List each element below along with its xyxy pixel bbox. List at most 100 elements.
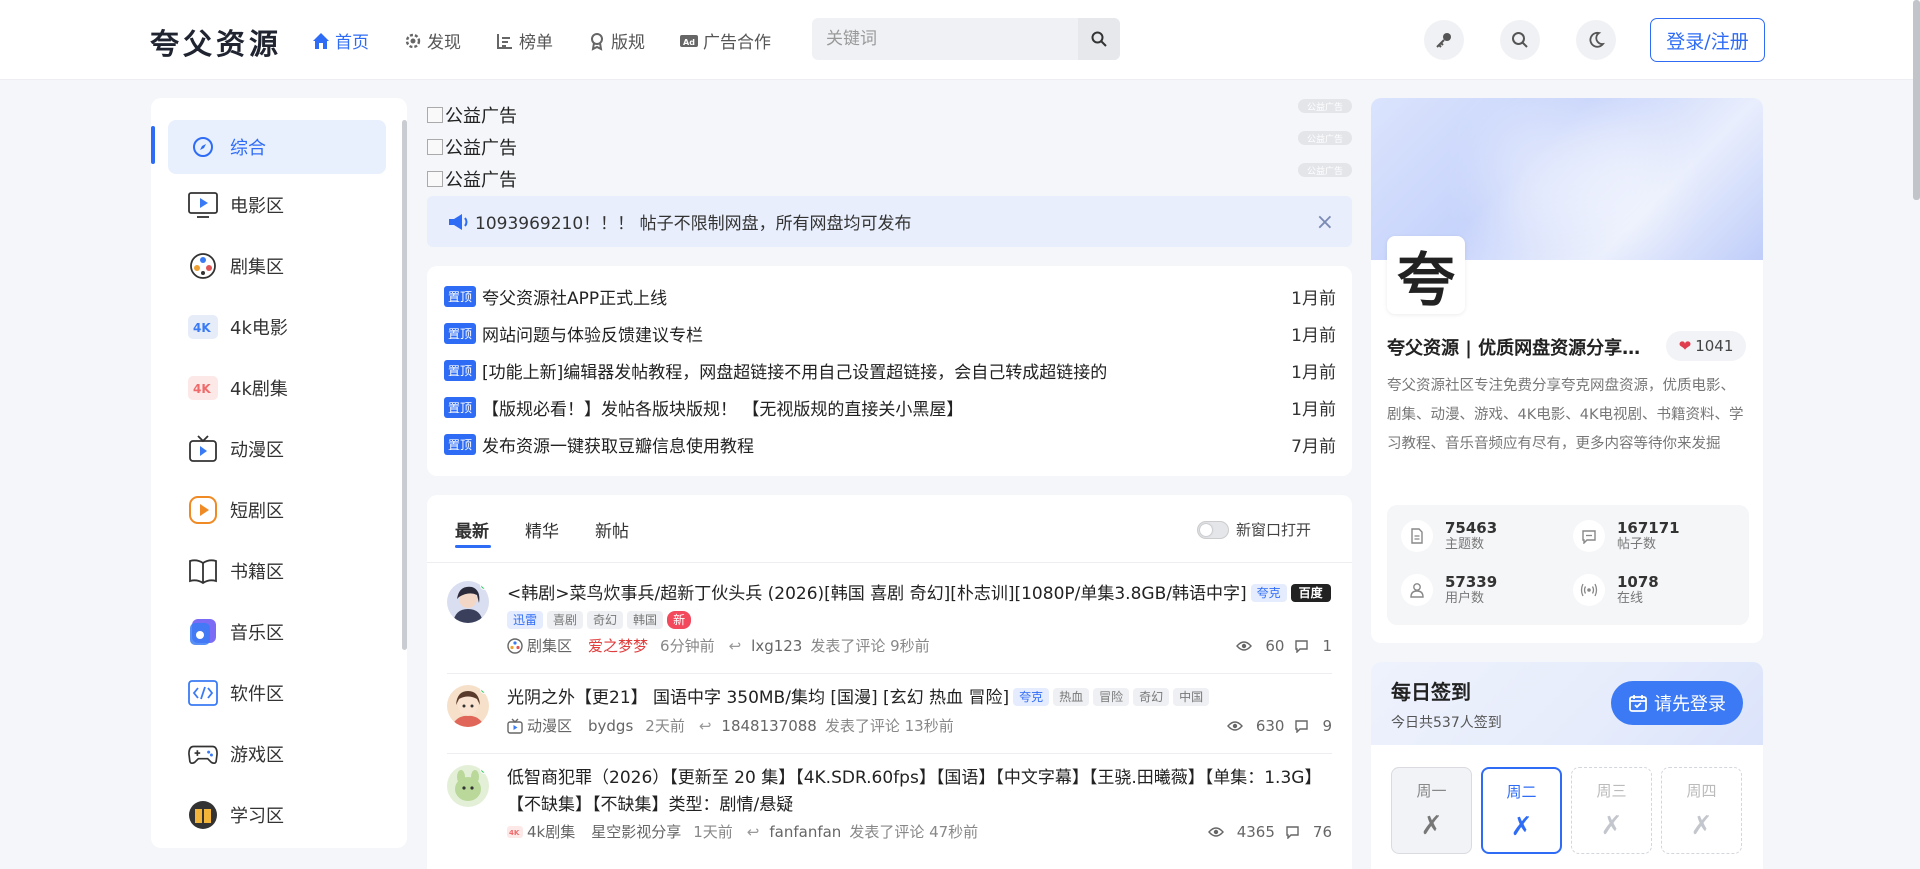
search-toggle-button[interactable] (1500, 20, 1540, 60)
pinned-post[interactable]: 置顶 网站问题与体验反馈建议专栏 1月前 (444, 321, 1336, 346)
broken-image-icon (427, 107, 443, 123)
sidebar-item-software[interactable]: 软件区 (168, 666, 386, 720)
4k-red-icon: 4K (507, 825, 523, 838)
sidebar-item-study[interactable]: 学习区 (168, 788, 386, 842)
sidebar-item-books[interactable]: 书籍区 (168, 544, 386, 598)
pinned-post-title[interactable]: 【版规必看！】发帖各版块版规！ 【无视版规的直接关小黑屋】 (482, 395, 963, 420)
post-title[interactable]: 低智商犯罪（2026）【更新至 20 集】【4K.SDR.60fps】【国语】【… (507, 765, 1332, 819)
pinned-post-title[interactable]: 网站问题与体验反馈建议专栏 (482, 321, 703, 346)
post-time: 1天前 (693, 823, 733, 841)
reply-info: 发表了评论 13秒前 (824, 717, 954, 735)
post-title-text[interactable]: 低智商犯罪（2026）【更新至 20 集】【4K.SDR.60fps】【国语】【… (507, 768, 1321, 815)
sidebar-item-general[interactable]: 综合 (168, 120, 386, 174)
ad-banner-1[interactable]: 公益广告 (427, 102, 517, 128)
site-logo[interactable]: 夸父资源 (150, 21, 282, 63)
post-item[interactable]: 光阴之外【更21】 国语中字 350MB/集均 [国漫] [玄幻 热血 冒险] 夸… (447, 685, 1332, 745)
tab-featured[interactable]: 精华 (525, 517, 559, 542)
post-category-label: 剧集区 (527, 637, 573, 655)
avatar[interactable] (447, 581, 489, 623)
pinned-post-title[interactable]: 发布资源一键获取豆瓣信息使用教程 (482, 432, 754, 457)
nav-rules[interactable]: 版规 (587, 28, 645, 53)
last-replier[interactable]: lxg123 (751, 637, 802, 655)
login-register-button[interactable]: 登录/注册 (1650, 18, 1765, 62)
pinned-badge: 置顶 (444, 397, 477, 418)
last-replier[interactable]: 1848137088 (721, 717, 816, 735)
sidebar-item-games[interactable]: 游戏区 (168, 727, 386, 781)
tag[interactable]: 迅雷 (507, 611, 544, 629)
pinned-post[interactable]: 置顶 【版规必看！】发帖各版块版规！ 【无视版规的直接关小黑屋】 1月前 (444, 395, 1336, 420)
avatar[interactable] (447, 765, 489, 807)
tag[interactable]: 夸克 (1250, 584, 1287, 602)
sidebar-item-series[interactable]: 剧集区 (168, 239, 386, 293)
post-feed-card: 最新 精华 新帖 新窗口打开 <韩剧>菜鸟炊事兵/超新丁伙头兵 (2026)[韩… (427, 495, 1352, 869)
day-mark: ✗ (1600, 811, 1623, 841)
pinned-post-title[interactable]: 夸父资源社APP正式上线 (482, 284, 667, 309)
search-input[interactable] (812, 18, 1077, 60)
tag[interactable]: 奇幻 (587, 611, 624, 629)
tag[interactable]: 韩国 (627, 611, 664, 629)
tag[interactable]: 冒险 (1093, 688, 1130, 706)
tab-new-posts[interactable]: 新帖 (595, 517, 629, 542)
post-author[interactable]: 爱之梦梦 (588, 635, 648, 656)
tag[interactable]: 夸克 (1013, 688, 1050, 706)
key-button[interactable] (1424, 20, 1464, 60)
nav-ranking[interactable]: 榜单 (495, 28, 553, 53)
new-window-toggle[interactable] (1197, 521, 1229, 539)
top-header: 夸父资源 首页 发现 榜单 版规 Ad 广告合作 关键词 登录/注册 (0, 0, 1920, 80)
page-scrollbar[interactable] (1913, 0, 1920, 200)
avatar[interactable] (447, 685, 489, 727)
dark-mode-button[interactable] (1576, 20, 1616, 60)
comments-count: 1 (1322, 636, 1332, 655)
pinned-post[interactable]: 置顶 夸父资源社APP正式上线 1月前 (444, 284, 1336, 309)
views-count: 630 (1255, 716, 1285, 735)
post-author[interactable]: 星空影视分享 (591, 821, 681, 842)
tag[interactable]: 百度 (1290, 584, 1331, 602)
tab-latest[interactable]: 最新 (455, 517, 491, 548)
post-title-text[interactable]: <韩剧>菜鸟炊事兵/超新丁伙头兵 (2026)[韩国 喜剧 奇幻][朴志训][1… (507, 584, 1247, 604)
stat-label: 在线 (1617, 591, 1644, 606)
tag[interactable]: 热血 (1053, 688, 1090, 706)
sidebar-item-anime[interactable]: 动漫区 (168, 422, 386, 476)
nav-home[interactable]: 首页 (311, 28, 369, 53)
ad-banner-3[interactable]: 公益广告 (427, 166, 517, 192)
post-category[interactable]: 4K 4k剧集 (507, 821, 575, 842)
comment-icon (1573, 520, 1605, 552)
pinned-post-title[interactable]: [功能上新]编辑器发帖教程，网盘超链接不用自己设置超链接，会自己转成超链接的 (482, 358, 1107, 383)
tag[interactable]: 奇幻 (1133, 688, 1170, 706)
sidebar-scrollbar[interactable] (402, 120, 407, 650)
nav-discover[interactable]: 发现 (403, 28, 461, 53)
document-icon (1401, 520, 1433, 552)
pinned-post[interactable]: 置顶 [功能上新]编辑器发帖教程，网盘超链接不用自己设置超链接，会自己转成超链接的… (444, 358, 1336, 383)
post-stats: 4365 76 (1198, 823, 1332, 841)
like-button[interactable]: ❤ 1041 (1666, 331, 1746, 361)
ad-banner-2[interactable]: 公益广告 (427, 134, 517, 160)
post-category[interactable]: 剧集区 (507, 635, 572, 656)
post-author[interactable]: bydgs (588, 717, 633, 735)
sidebar-item-movies[interactable]: 电影区 (168, 178, 386, 232)
last-replier[interactable]: fanfanfan (769, 823, 841, 841)
eye-icon (1226, 720, 1243, 731)
signin-day-tue[interactable]: 周二 ✗ (1481, 767, 1562, 854)
post-category[interactable]: 动漫区 (507, 715, 572, 736)
pinned-posts-card: 置顶 夸父资源社APP正式上线 1月前 置顶 网站问题与体验反馈建议专栏 1月前 置顶[… (427, 266, 1352, 476)
pinned-post[interactable]: 置顶 发布资源一键获取豆瓣信息使用教程 7月前 (444, 432, 1336, 457)
post-title[interactable]: 光阴之外【更21】 国语中字 350MB/集均 [国漫] [玄幻 热血 冒险] 夸… (507, 685, 1332, 712)
post-title-text[interactable]: 光阴之外【更21】 国语中字 350MB/集均 [国漫] [玄幻 热血 冒险] (507, 688, 1009, 708)
post-item[interactable]: <韩剧>菜鸟炊事兵/超新丁伙头兵 (2026)[韩国 喜剧 奇幻][朴志训][1… (447, 581, 1332, 655)
pinned-badge: 置顶 (444, 360, 477, 381)
signin-login-button[interactable]: 请先登录 (1611, 681, 1743, 725)
film-reel-icon (188, 251, 218, 281)
post-stats: 60 1 (1226, 637, 1332, 655)
post-title[interactable]: <韩剧>菜鸟炊事兵/超新丁伙头兵 (2026)[韩国 喜剧 奇幻][朴志训][1… (507, 581, 1332, 635)
close-icon[interactable]: × (1316, 210, 1334, 235)
tag[interactable]: 喜剧 (547, 611, 584, 629)
search-button[interactable] (1078, 18, 1120, 60)
sidebar-item-4k-series[interactable]: 4K 4k剧集 (168, 361, 386, 415)
post-item[interactable]: 低智商犯罪（2026）【更新至 20 集】【4K.SDR.60fps】【国语】【… (447, 765, 1332, 845)
sidebar-item-music[interactable]: 音乐区 (168, 605, 386, 659)
sidebar-item-short-drama[interactable]: 短剧区 (168, 483, 386, 537)
sidebar-item-4k-movies[interactable]: 4K 4k电影 (168, 300, 386, 354)
tag[interactable]: 中国 (1173, 688, 1210, 706)
nav-ads[interactable]: Ad 广告合作 (679, 28, 771, 53)
signin-day-thu: 周四 ✗ (1661, 767, 1742, 854)
